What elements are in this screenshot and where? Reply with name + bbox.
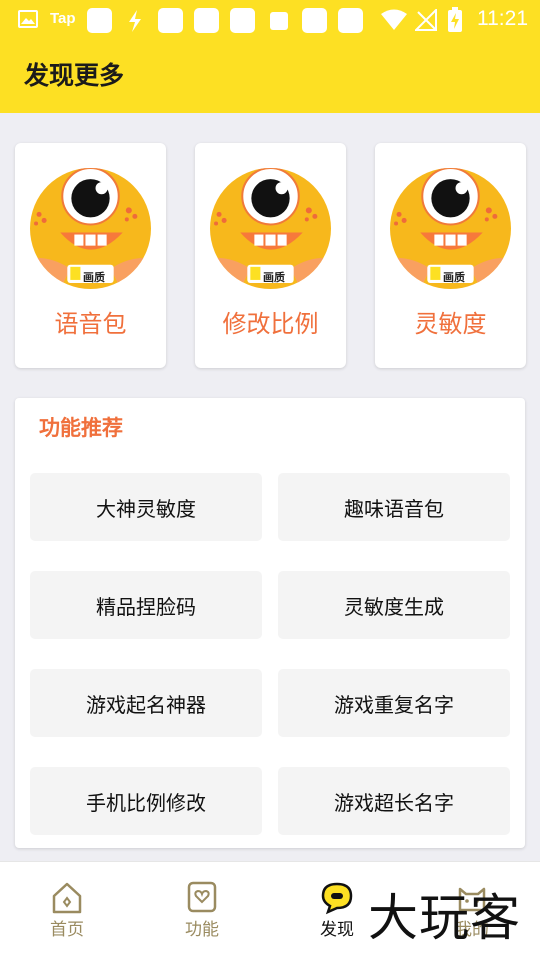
feature-button[interactable]: 游戏超长名字 — [278, 767, 510, 835]
tap-app-icon: Tap — [50, 10, 76, 27]
card-label: 语音包 — [54, 310, 127, 338]
feature-button[interactable]: 手机比例修改 — [30, 767, 262, 835]
card-label: 修改比例 — [222, 310, 319, 338]
card-label: 灵敏度 — [414, 310, 487, 338]
page-title: 发现更多 — [24, 61, 125, 90]
nav-item-home[interactable]: 首页 — [27, 880, 107, 940]
feature-button[interactable]: 精品捏脸码 — [30, 571, 262, 639]
card-aspect-ratio[interactable]: 画质 修改比例 — [195, 143, 346, 368]
app-header: Tap 11:21 发现更多 — [0, 0, 540, 113]
heart-icon — [187, 881, 217, 913]
feature-button[interactable]: 大神灵敏度 — [30, 473, 262, 541]
feature-button[interactable]: 游戏重复名字 — [278, 669, 510, 737]
notification-icon — [194, 8, 219, 33]
recommend-panel: 功能推荐 大神灵敏度 趣味语音包 精品捏脸码 灵敏度生成 游戏起名神器 游戏重复… — [15, 398, 525, 848]
nav-label: 发现 — [320, 920, 354, 940]
feature-button[interactable]: 灵敏度生成 — [278, 571, 510, 639]
no-signal-icon — [415, 9, 437, 31]
battery-charging-icon — [448, 7, 462, 32]
notification-icon — [158, 8, 183, 33]
feature-button[interactable]: 趣味语音包 — [278, 473, 510, 541]
card-badge-text: 画质 — [443, 271, 465, 284]
gallery-icon — [18, 10, 38, 28]
status-bar: Tap 11:21 — [0, 0, 540, 38]
notification-icon — [338, 8, 363, 33]
card-sensitivity[interactable]: 画质 灵敏度 — [375, 143, 526, 368]
status-time: 11:21 — [477, 7, 528, 30]
card-voice-pack[interactable]: 画质 语音包 — [15, 143, 166, 368]
notification-icon — [230, 8, 255, 33]
notification-icon — [270, 12, 288, 30]
flash-icon — [129, 10, 141, 32]
notification-icon — [87, 8, 112, 33]
nav-item-discover[interactable]: 发现 — [297, 880, 377, 940]
notification-icon — [302, 8, 327, 33]
nav-item-features[interactable]: 功能 — [162, 880, 242, 940]
nav-label: 首页 — [50, 920, 84, 940]
nav-label: 功能 — [185, 920, 219, 940]
feature-button[interactable]: 游戏起名神器 — [30, 669, 262, 737]
watermark-text: 大玩客 — [368, 889, 521, 947]
chat-bubble-icon — [321, 882, 353, 915]
card-badge-text: 画质 — [263, 271, 285, 284]
recommend-title: 功能推荐 — [39, 416, 123, 440]
wifi-icon — [381, 9, 407, 30]
home-icon — [52, 882, 82, 914]
card-badge-text: 画质 — [83, 271, 105, 284]
